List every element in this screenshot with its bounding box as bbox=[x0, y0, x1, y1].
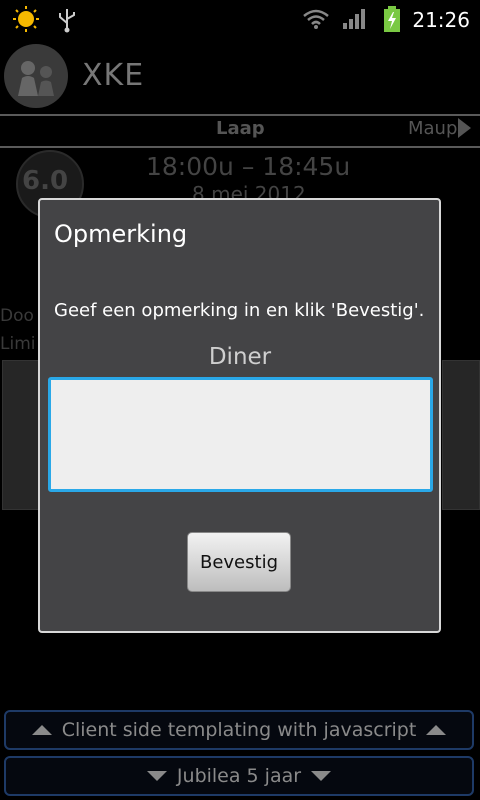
arrow-up-icon bbox=[31, 725, 52, 735]
next-session-bar[interactable]: Jubilea 5 jaar bbox=[4, 756, 474, 796]
status-bar: 21:26 bbox=[0, 0, 480, 38]
next-session-label: Jubilea 5 jaar bbox=[176, 765, 302, 787]
app-header bbox=[0, 38, 480, 112]
signal-icon bbox=[343, 9, 365, 29]
app-logo[interactable] bbox=[4, 44, 68, 108]
dialog-title: Opmerking bbox=[54, 220, 188, 248]
status-time: 21:26 bbox=[412, 8, 470, 32]
chevron-right-icon[interactable] bbox=[458, 118, 471, 138]
tab-current[interactable]: Laap bbox=[216, 118, 265, 139]
remark-input[interactable] bbox=[48, 377, 433, 492]
prev-session-bar[interactable]: Client side templating with javascript bbox=[4, 710, 474, 750]
background-panel bbox=[2, 360, 40, 510]
tab-next[interactable]: Maup bbox=[408, 118, 457, 139]
people-icon bbox=[18, 61, 54, 96]
battery-charging-icon bbox=[384, 6, 400, 32]
dialog-field-label: Diner bbox=[208, 344, 272, 370]
background-text: Doo bbox=[0, 306, 34, 326]
wifi-icon bbox=[303, 9, 329, 29]
usb-icon bbox=[59, 9, 75, 33]
score-value: 6.0 bbox=[22, 166, 69, 196]
prev-session-label: Client side templating with javascript bbox=[61, 719, 417, 741]
app-title: XKE bbox=[82, 58, 145, 93]
confirm-button[interactable]: Bevestig bbox=[187, 532, 291, 592]
dialog-message: Geef een opmerking in en klik 'Bevestig'… bbox=[54, 300, 425, 321]
arrow-down-icon bbox=[146, 771, 167, 781]
sun-icon bbox=[13, 6, 39, 32]
background-panel bbox=[442, 360, 480, 510]
arrow-down-icon bbox=[311, 771, 332, 781]
session-time-range: 18:00u – 18:45u bbox=[146, 152, 351, 181]
arrow-up-icon bbox=[426, 725, 447, 735]
